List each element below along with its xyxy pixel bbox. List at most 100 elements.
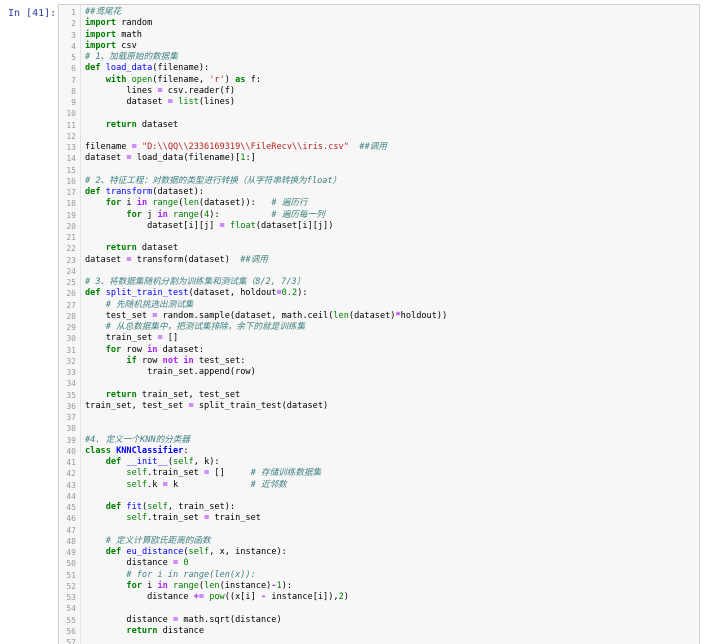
line-number: 52 [66,581,76,591]
line-number: 1 [71,8,76,17]
code-line[interactable]: 9 dataset = list(lines) [59,97,699,108]
code-line[interactable]: 50 distance = 0 [59,558,699,569]
code-line[interactable]: 44 [59,491,699,502]
line-number: 37 [66,413,76,422]
code-line[interactable]: 53 distance += pow((x[i] - instance[i]),… [59,592,699,603]
code-line[interactable]: 14 dataset = load_data(filename)[1:] [59,153,699,164]
code-line[interactable]: 42 self.train_set = [] # 存储训练数据集 [59,468,699,479]
code-token: distance [157,625,205,636]
code-line[interactable]: 52 for i in range(len(instance)-1): [59,581,699,592]
code-line[interactable]: 45 def fit(self, train_set): [59,502,699,513]
code-line[interactable]: 16 # 2、特征工程：对数据的类型进行转换（从字符串转换为float） [59,176,699,187]
line-number: 53 [66,593,76,602]
code-line[interactable]: 48 # 定义计算欧氏距离的函数 [59,536,699,547]
code-line[interactable]: 35 return train_set, test_set [59,390,699,401]
code-token: # 3、将数据集随机分割为训练集和测试集（8/2, 7/3） [85,277,306,287]
code-line[interactable]: 34 [59,378,699,389]
code-text: dataset[i][j] = float(dataset[i][j]) [85,221,333,232]
code-text: def split_train_test(dataset, holdout=0.… [85,288,308,299]
code-line[interactable]: 10 [59,108,699,119]
code-line[interactable]: 3 import math [59,30,699,41]
code-line[interactable]: 19 for j in range(4): # 遍历每一列 [59,210,699,221]
code-text: # 先随机挑选出测试集 [85,299,194,311]
code-line[interactable]: 47 [59,525,699,536]
line-number: 31 [66,345,76,355]
code-line[interactable]: 25 # 3、将数据集随机分割为训练集和测试集（8/2, 7/3） [59,277,699,288]
code-line[interactable]: 13 filename = "D:\\QQ\\2336169319\\FileRe… [59,142,699,153]
code-token: range [152,198,179,209]
code-token: dataset: [157,344,205,355]
code-line[interactable]: 46 self.train_set = train_set [59,513,699,524]
code-line[interactable]: 29 # 从总数据集中，把测试集排除，余下的就是训练集 [59,322,699,333]
line-number: 57 [66,638,76,644]
code-line[interactable]: 56 return distance [59,626,699,637]
code-text: dataset = list(lines) [85,97,235,108]
code-line[interactable]: 6 def load_data(filename): [59,63,699,74]
code-line[interactable]: 39 #4. 定义一个KNN的分类器 [59,435,699,446]
line-number: 42 [66,469,76,479]
code-line[interactable]: 32 if row not in test_set: [59,356,699,367]
code-line[interactable]: 18 for i in range(len(dataset)): # 遍历行 [59,198,699,209]
code-editor[interactable]: 1 ##鸢尾花 2 import random 3 import math 4 import … [58,4,700,644]
line-number: 23 [66,255,76,265]
code-line[interactable]: 2 import random [59,18,699,29]
code-token: # 2、特征工程：对数据的类型进行转换（从字符串转换为float） [85,175,342,186]
code-text: train_set.append(row) [85,367,256,378]
code-line[interactable]: 23 dataset = transform(dataset) ##调用 [59,255,699,266]
code-token: KNNClassifier [116,445,184,456]
code-line[interactable]: 12 [59,131,699,142]
code-token: .train_set [147,513,205,524]
code-token: if [126,355,137,366]
code-line[interactable]: 7 with open(filename, 'r') as f: [59,75,699,86]
code-line[interactable]: 30 train_set = [] [59,333,699,344]
code-line[interactable]: 22 return dataset [59,243,699,254]
code-line[interactable]: 15 [59,165,699,176]
code-line[interactable]: 5 # 1、加载原始的数据集 [59,52,699,63]
line-number: 47 [66,525,76,535]
code-token: train_set.append(row) [85,367,256,377]
code-line[interactable]: 28 test_set = random.sample(dataset, mat… [59,311,699,322]
code-line[interactable]: 20 dataset[i][j] = float(dataset[i][j]) [59,221,699,232]
code-token: test_set [85,310,153,321]
code-token: (lines) [198,97,236,107]
code-line[interactable]: 38 [59,423,699,434]
code-token: ##调用 [359,142,387,152]
code-token: # 先随机挑选出测试集 [105,299,194,310]
code-line[interactable]: 26 def split_train_test(dataset, holdout=… [59,288,699,299]
code-line[interactable]: 17 def transform(dataset): [59,187,699,198]
code-line[interactable]: 43 self.k = k # 近邻数 [59,480,699,491]
code-token: def [105,502,122,512]
code-line[interactable]: 40 class KNNClassifier: [59,446,699,457]
code-line[interactable]: 57 [59,637,699,644]
code-token: split_train_test(dataset) [193,400,329,411]
code-line[interactable]: 31 for row in dataset: [59,345,699,356]
code-line[interactable]: 8 lines = csv.reader(f) [59,86,699,97]
code-token: train_set [85,333,158,344]
code-line[interactable]: 37 [59,412,699,423]
code-line[interactable]: 4 import csv [59,41,699,52]
code-token: distance [85,592,194,602]
code-line[interactable]: 49 def eu_distance(self, x, instance): [59,547,699,558]
code-line[interactable]: 54 [59,603,699,614]
code-token: def [105,457,122,467]
code-line[interactable]: 21 [59,232,699,243]
code-line[interactable]: 11 return dataset [59,120,699,131]
code-line[interactable]: 51 # for i in range(len(x)): [59,570,699,581]
code-token: ##调用 [240,254,268,265]
code-token: def [85,63,101,74]
code-line[interactable]: 27 # 先随机挑选出测试集 [59,300,699,311]
code-line[interactable]: 33 train_set.append(row) [59,367,699,378]
code-line[interactable]: 24 [59,266,699,277]
code-token: transform [105,187,153,197]
code-token: (dataset) [348,310,396,321]
code-line[interactable]: 1 ##鸢尾花 [59,7,699,18]
code-token: dataset [85,97,168,107]
code-line[interactable]: 41 def __init__(self, k): [59,457,699,468]
code-text: def load_data(filename): [85,63,209,74]
code-line[interactable]: 36 train_set, test_set = split_train_test… [59,401,699,412]
line-number: 51 [66,570,76,580]
code-line[interactable]: 55 distance = math.sqrt(distance) [59,615,699,626]
code-token: csv [116,40,137,51]
